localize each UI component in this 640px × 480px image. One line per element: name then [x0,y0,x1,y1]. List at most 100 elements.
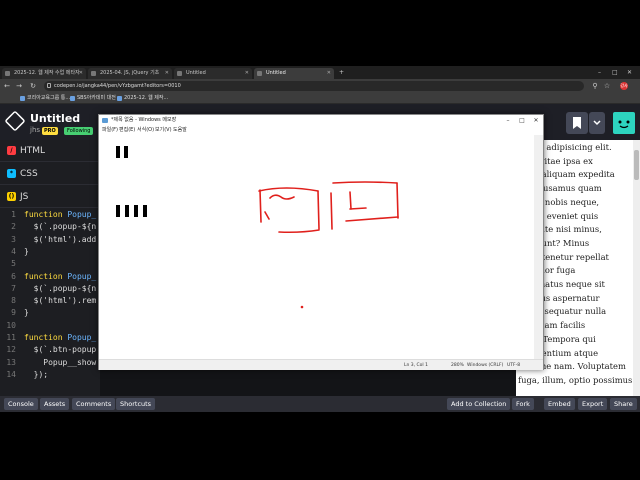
line-number: 11 [6,333,16,342]
tab-css-label: CSS [20,169,38,179]
site-info-icon[interactable] [47,83,51,88]
notepad-title-bar[interactable]: *제목 없음 - Windows 메모장 – □ ✕ [99,115,543,126]
extensions-icon[interactable]: ⚲ [590,81,600,91]
code-line[interactable]: } [24,247,29,256]
menu-format[interactable]: 서식(O) [137,126,154,135]
code-line[interactable]: }); [24,370,48,379]
avatar-face-icon [618,120,630,129]
menu-edit[interactable]: 편집(E) [119,126,135,135]
desktop-screen: 2025-12. 웹 제작 수업 메타자 ✕ 2025-04. JS, jQue… [0,66,640,412]
notepad-title: *제목 없음 - Windows 메모장 [111,117,177,123]
minimize-icon[interactable]: – [501,115,515,126]
back-icon[interactable]: ← [2,81,12,91]
notepad-scrollbar[interactable] [534,135,543,359]
code-line[interactable]: function Popup_ [24,333,96,342]
comments-button[interactable]: Comments [72,398,116,410]
close-icon[interactable]: ✕ [529,115,543,126]
forward-icon[interactable]: → [14,81,24,91]
codepen-logo-icon[interactable] [4,110,26,132]
tab-html-label: HTML [20,146,46,156]
tab-label: 2025-04. JS, jQuery 기초 [100,70,160,76]
assets-button[interactable]: Assets [40,398,70,410]
line-number: 13 [6,357,16,367]
bookmark-star-icon[interactable]: ☆ [602,81,612,91]
notepad-menu-bar: 파일(F) 편집(E) 서식(O) 보기(V) 도움말 [99,126,543,135]
browser-tab[interactable]: 2025-04. JS, jQuery 기초 ✕ [88,68,172,79]
close-window-icon[interactable]: ✕ [627,66,632,79]
bookmark-icon [573,117,581,129]
console-button[interactable]: Console [4,398,38,410]
shortcuts-button[interactable]: Shortcuts [116,398,156,410]
menu-file[interactable]: 파일(F) [102,126,118,135]
save-button[interactable] [566,112,588,134]
address-bar[interactable]: codepen.io/jangka44/pen/vYzbgamt?editors… [44,81,584,91]
pen-title[interactable]: Untitled [30,112,80,125]
tab-css[interactable]: * CSS [0,163,100,185]
codepen-footer: Console Assets Comments Shortcuts Add to… [0,396,640,412]
close-tab-icon[interactable]: ✕ [79,68,83,79]
zoom-level: 280% [451,363,464,368]
user-avatar[interactable] [613,112,635,134]
browser-tab-bar: 2025-12. 웹 제작 수업 메타자 ✕ 2025-04. JS, jQue… [0,66,640,79]
css-icon: * [7,169,16,178]
export-button[interactable]: Export [578,398,608,410]
code-editor-panel: / HTML * CSS () JS 1 function Popup_ 2 $(`… [0,140,100,396]
tab-js-label: JS [20,192,29,202]
code-line[interactable]: $('html').rem [24,296,97,305]
close-tab-icon[interactable]: ✕ [327,68,331,79]
encoding: UTF-8 [507,363,521,368]
notepad-text-area[interactable] [100,135,534,359]
share-button[interactable]: Share [610,398,637,410]
line-ending: Windows (CRLF) [467,363,504,368]
new-tab-icon[interactable]: + [339,66,344,79]
tab-js[interactable]: () JS [0,186,100,208]
video-frame: 2025-12. 웹 제작 수업 메타자 ✕ 2025-04. JS, jQue… [0,0,640,480]
fork-button[interactable]: Fork [512,398,534,410]
code-line[interactable]: $(`.popup-${n [24,222,97,231]
profile-avatar[interactable]: 강사 [620,82,628,90]
minimize-window-icon[interactable]: – [598,66,601,79]
code-line[interactable]: } [24,308,29,317]
reload-icon[interactable]: ↻ [28,81,38,91]
maximize-window-icon[interactable]: □ [612,66,618,79]
line-number: 7 [11,283,16,293]
pen-author[interactable]: jhs [30,126,40,134]
notepad-status-bar: Ln 3, Col 1 280% Windows (CRLF) UTF-8 [99,359,543,370]
line-number: 9 [11,308,16,318]
browser-tab[interactable]: Untitled ✕ [174,68,252,79]
scrollbar-thumb[interactable] [634,150,639,180]
close-tab-icon[interactable]: ✕ [165,68,169,79]
close-tab-icon[interactable]: ✕ [245,68,249,79]
js-icon: () [7,192,16,201]
code-line[interactable]: function Popup_ [24,210,96,219]
more-options-button[interactable] [589,112,605,134]
line-number: 12 [6,345,16,355]
chevron-down-icon [593,120,601,126]
code-line[interactable]: $(`.popup-${n [24,284,97,293]
tab-favicon-icon [91,71,96,76]
menu-help[interactable]: 도움말 [173,126,187,135]
maximize-icon[interactable]: □ [515,115,529,126]
code-line[interactable]: Popup__show [24,358,96,367]
code-line[interactable]: function Popup_ [24,272,96,281]
embed-button[interactable]: Embed [544,398,575,410]
line-number: 2 [11,222,16,232]
bookmarks-bar: 코리아교육그룹 통... SBS아카데미 대전 2025-12. 웹 제작... [0,93,640,104]
bookmark-item[interactable]: 2025-12. 웹 제작... [117,93,168,104]
notepad-window: *제목 없음 - Windows 메모장 – □ ✕ 파일(F) 편집(E) 서… [98,114,544,370]
browser-tab-active[interactable]: Untitled ✕ [254,68,334,79]
menu-view[interactable]: 보기(V) [155,126,172,135]
browser-tab[interactable]: 2025-12. 웹 제작 수업 메타자 ✕ [2,68,86,79]
line-number: 3 [11,234,16,244]
code-line[interactable]: $(`.btn-popup [24,345,97,354]
line-number: 5 [11,259,16,269]
cursor-position: Ln 3, Col 1 [404,363,428,368]
tab-label: 2025-12. 웹 제작 수업 메타자 [14,70,80,76]
code-line[interactable]: $('html').add [24,235,97,244]
following-button[interactable]: Following [64,127,94,135]
bookmark-item[interactable]: SBS아카데미 대전 [70,93,116,104]
preview-scrollbar[interactable] [633,140,640,396]
add-to-collection-button[interactable]: Add to Collection [447,398,511,410]
bookmark-item[interactable]: 코리아교육그룹 통... [20,93,70,104]
tab-html[interactable]: / HTML [0,140,100,162]
